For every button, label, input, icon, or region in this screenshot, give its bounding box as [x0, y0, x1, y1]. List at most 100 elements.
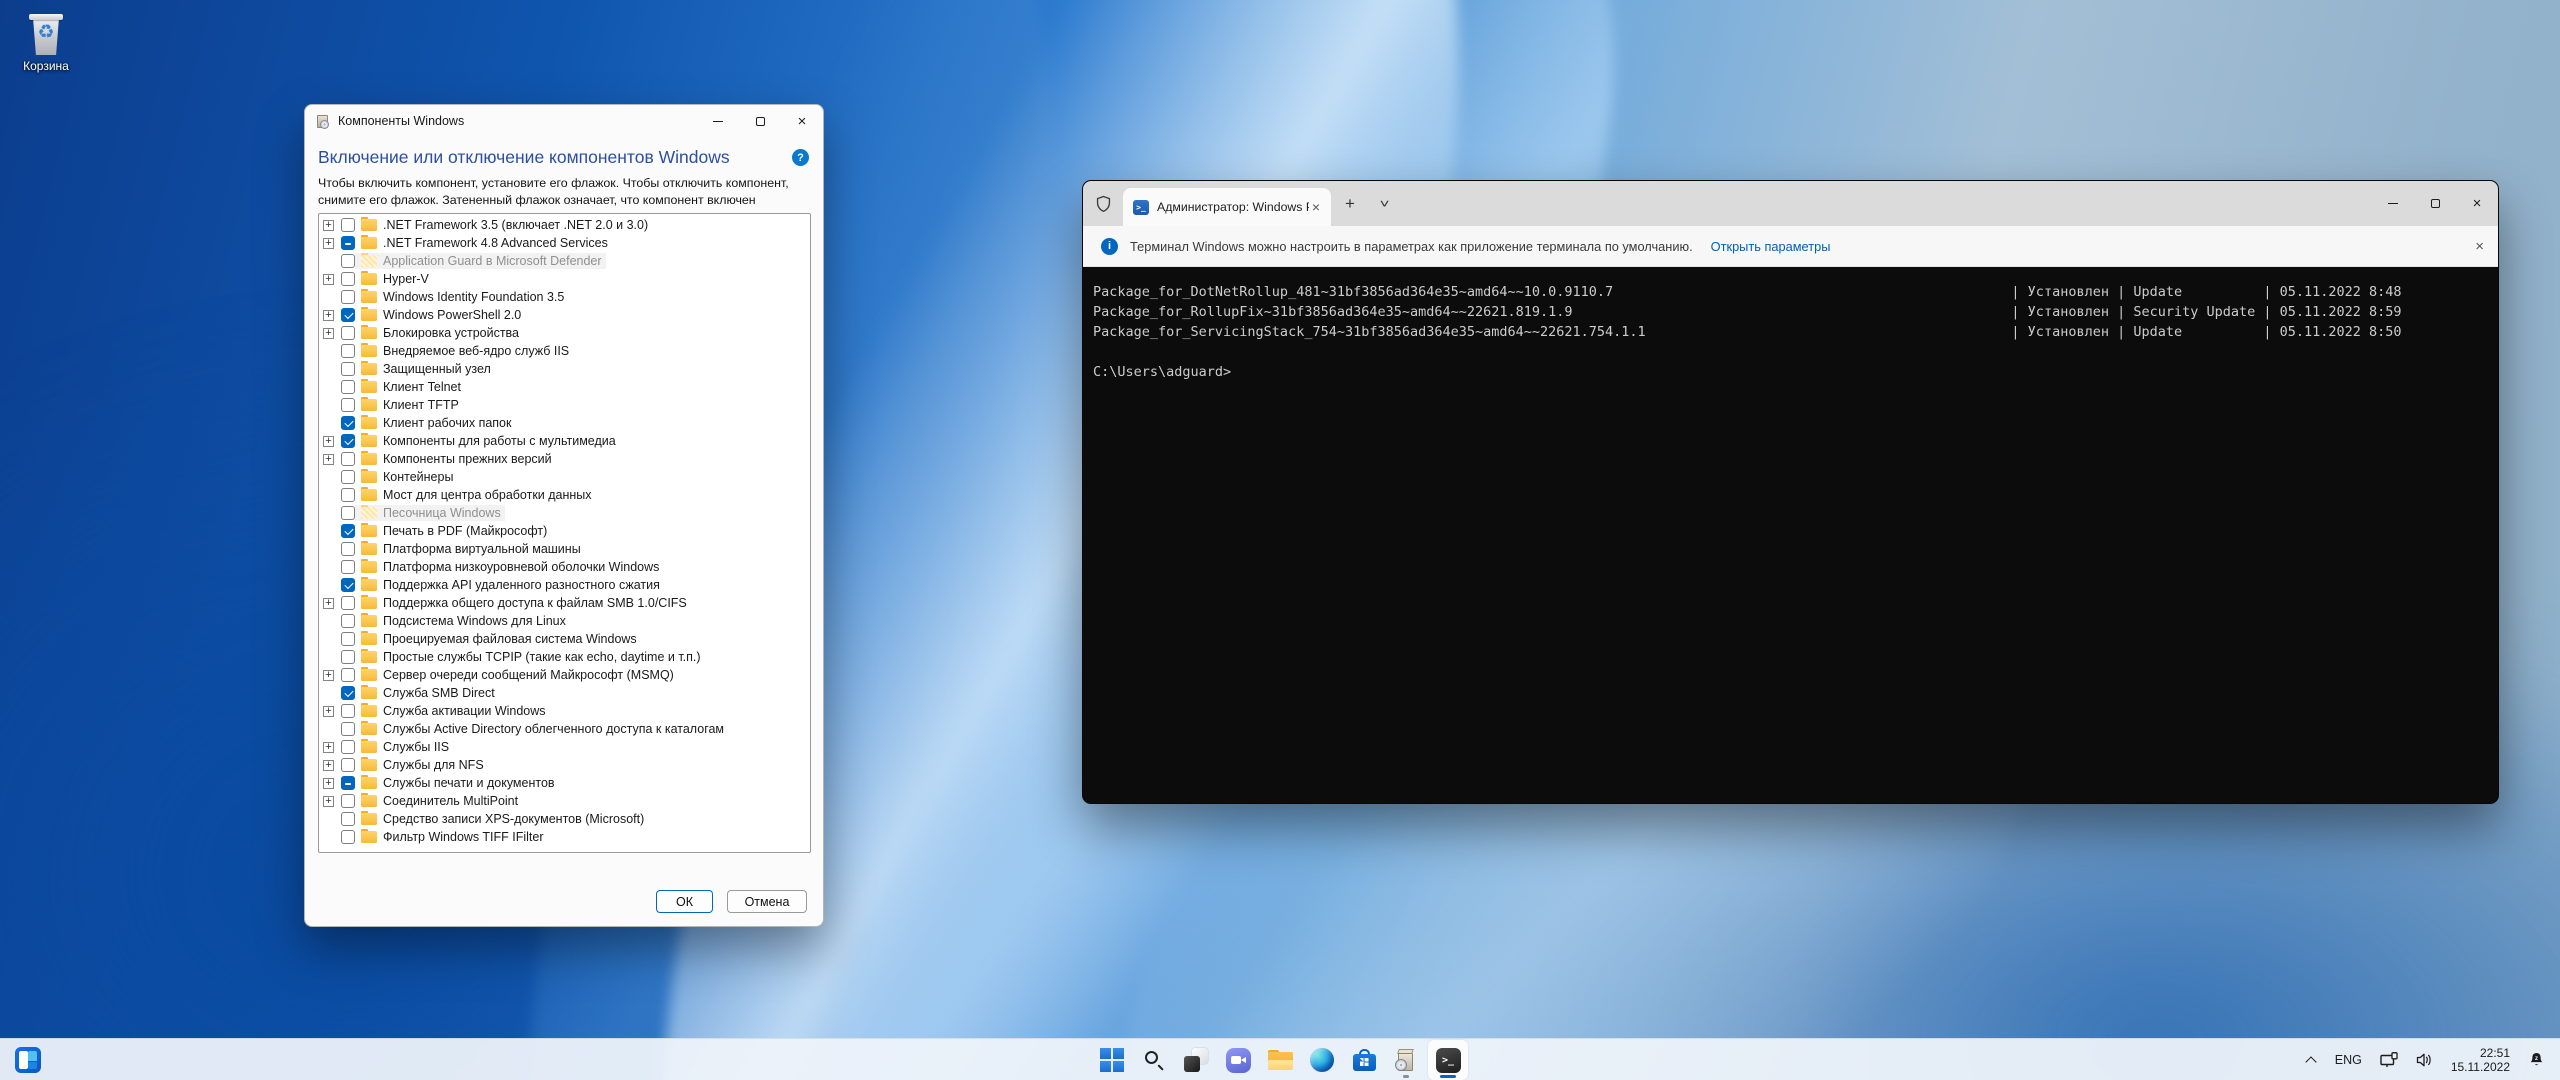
expand-toggle[interactable]: + [323, 598, 341, 609]
expand-toggle[interactable]: + [323, 238, 341, 249]
feature-checkbox[interactable] [341, 290, 355, 304]
recycle-bin-desktop-icon[interactable]: ♻ Корзина [6, 14, 86, 73]
taskbar-terminal-button[interactable]: >_ [1428, 1040, 1468, 1080]
feature-checkbox[interactable] [341, 704, 355, 718]
feature-row[interactable]: Защищенный узел [319, 360, 810, 378]
taskbar-windows-features-button[interactable] [1386, 1040, 1426, 1080]
feature-checkbox[interactable] [341, 614, 355, 628]
new-tab-button[interactable]: + [1345, 194, 1355, 214]
feature-checkbox[interactable] [341, 488, 355, 502]
feature-checkbox[interactable] [341, 398, 355, 412]
tray-notifications-button[interactable]: z [2521, 1042, 2552, 1078]
feature-row[interactable]: +Блокировка устройства [319, 324, 810, 342]
terminal-prompt[interactable]: C:\Users\adguard> [1093, 362, 2490, 382]
feature-row[interactable]: Песочница Windows [319, 504, 810, 522]
feature-checkbox[interactable] [341, 326, 355, 340]
feature-row[interactable]: Фильтр Windows TIFF IFilter [319, 828, 810, 846]
feature-row[interactable]: Проецируемая файловая система Windows [319, 630, 810, 648]
expand-toggle[interactable]: + [323, 742, 341, 753]
expand-toggle[interactable]: + [323, 220, 341, 231]
tray-clock[interactable]: 22:51 15.11.2022 [2444, 1042, 2517, 1078]
feature-checkbox[interactable] [341, 272, 355, 286]
feature-checkbox[interactable] [341, 686, 355, 700]
feature-row[interactable]: Мост для центра обработки данных [319, 486, 810, 504]
tray-hidden-icons-button[interactable] [2300, 1042, 2324, 1078]
feature-checkbox[interactable] [341, 830, 355, 844]
feature-row[interactable]: +Компоненты для работы с мультимедиа [319, 432, 810, 450]
feature-checkbox[interactable] [341, 470, 355, 484]
expand-toggle[interactable]: + [323, 274, 341, 285]
terminal-tab[interactable]: >_ Администратор: Windows Pc × [1123, 188, 1331, 226]
feature-row[interactable]: +Сервер очереди сообщений Майкрософт (MS… [319, 666, 810, 684]
feature-checkbox[interactable] [341, 740, 355, 754]
feature-row[interactable]: Служба SMB Direct [319, 684, 810, 702]
feature-row[interactable]: Печать в PDF (Майкрософт) [319, 522, 810, 540]
expand-toggle[interactable]: + [323, 670, 341, 681]
feature-row[interactable]: Поддержка API удаленного разностного сжа… [319, 576, 810, 594]
feature-checkbox[interactable] [341, 542, 355, 556]
cancel-button[interactable]: Отмена [727, 890, 807, 913]
feature-row[interactable]: +Службы IIS [319, 738, 810, 756]
taskbar-store-button[interactable] [1344, 1040, 1384, 1080]
expand-toggle[interactable]: + [323, 778, 341, 789]
feature-checkbox[interactable] [341, 416, 355, 430]
feature-row[interactable]: +.NET Framework 3.5 (включает .NET 2.0 и… [319, 216, 810, 234]
feature-checkbox[interactable] [341, 560, 355, 574]
taskbar-start-button[interactable] [1092, 1040, 1132, 1080]
features-listbox[interactable]: +.NET Framework 3.5 (включает .NET 2.0 и… [318, 213, 811, 853]
feature-checkbox[interactable] [341, 794, 355, 808]
taskbar-widgets-button[interactable] [8, 1040, 48, 1080]
feature-checkbox[interactable] [341, 362, 355, 376]
banner-close-icon[interactable]: × [2475, 238, 2484, 255]
open-settings-link[interactable]: Открыть параметры [1711, 239, 1831, 254]
feature-checkbox[interactable] [341, 236, 355, 250]
feature-row[interactable]: +Службы печати и документов [319, 774, 810, 792]
minimize-button[interactable] [697, 105, 739, 137]
close-button[interactable]: × [2456, 181, 2498, 226]
ok-button[interactable]: ОК [656, 890, 713, 913]
taskbar-edge-button[interactable] [1302, 1040, 1342, 1080]
tab-close-icon[interactable]: × [1309, 199, 1323, 215]
terminal-tabbar[interactable]: >_ Администратор: Windows Pc × + ˅ × [1083, 181, 2498, 226]
dialog-titlebar[interactable]: Компоненты Windows × [305, 105, 823, 137]
feature-row[interactable]: Службы Active Directory облегченного дос… [319, 720, 810, 738]
tray-language-switcher[interactable]: ENG [2328, 1042, 2369, 1078]
maximize-button[interactable] [739, 105, 781, 137]
expand-toggle[interactable]: + [323, 796, 341, 807]
feature-row[interactable]: +Hyper-V [319, 270, 810, 288]
feature-checkbox[interactable] [341, 578, 355, 592]
feature-checkbox[interactable] [341, 596, 355, 610]
feature-row[interactable]: +Соединитель MultiPoint [319, 792, 810, 810]
feature-row[interactable]: Подсистема Windows для Linux [319, 612, 810, 630]
feature-row[interactable]: +Служба активации Windows [319, 702, 810, 720]
feature-row[interactable]: Средство записи XPS-документов (Microsof… [319, 810, 810, 828]
help-button[interactable]: ? [792, 149, 809, 166]
feature-checkbox[interactable] [341, 218, 355, 232]
feature-checkbox[interactable] [341, 668, 355, 682]
feature-checkbox[interactable] [341, 632, 355, 646]
expand-toggle[interactable]: + [323, 310, 341, 321]
minimize-button[interactable] [2372, 181, 2414, 226]
feature-row[interactable]: Application Guard в Microsoft Defender [319, 252, 810, 270]
feature-checkbox[interactable] [341, 776, 355, 790]
feature-row[interactable]: Платформа низкоуровневой оболочки Window… [319, 558, 810, 576]
feature-row[interactable]: Клиент Telnet [319, 378, 810, 396]
feature-row[interactable]: +Поддержка общего доступа к файлам SMB 1… [319, 594, 810, 612]
feature-checkbox[interactable] [341, 380, 355, 394]
feature-row[interactable]: +Службы для NFS [319, 756, 810, 774]
feature-checkbox[interactable] [341, 308, 355, 322]
expand-toggle[interactable]: + [323, 436, 341, 447]
taskbar-search-button[interactable] [1134, 1040, 1174, 1080]
feature-row[interactable]: +Windows PowerShell 2.0 [319, 306, 810, 324]
feature-checkbox[interactable] [341, 650, 355, 664]
feature-checkbox[interactable] [341, 524, 355, 538]
feature-row[interactable]: Платформа виртуальной машины [319, 540, 810, 558]
feature-checkbox[interactable] [341, 758, 355, 772]
tray-network-button[interactable] [2373, 1042, 2405, 1078]
tray-volume-button[interactable] [2409, 1042, 2440, 1078]
feature-row[interactable]: Внедряемое веб-ядро служб IIS [319, 342, 810, 360]
expand-toggle[interactable]: + [323, 454, 341, 465]
feature-checkbox[interactable] [341, 722, 355, 736]
feature-row[interactable]: Клиент TFTP [319, 396, 810, 414]
tab-dropdown-button[interactable]: ˅ [1380, 197, 1390, 211]
